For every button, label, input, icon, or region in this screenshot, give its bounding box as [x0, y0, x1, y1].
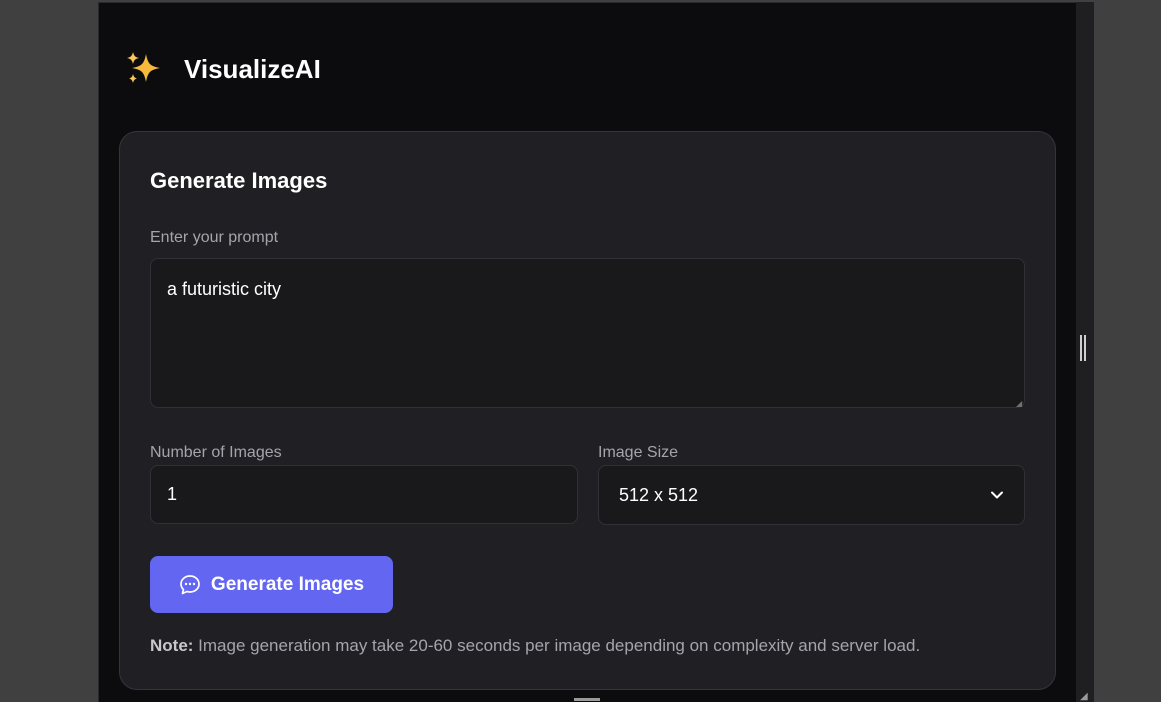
- panel-resize-handle[interactable]: [1080, 335, 1087, 361]
- prompt-label: Enter your prompt: [150, 229, 279, 246]
- generate-images-button[interactable]: Generate Images: [150, 556, 393, 613]
- image-size-value: 512 x 512: [619, 484, 699, 505]
- card-title: Generate Images: [150, 168, 328, 193]
- corner-resize-grip[interactable]: ◢: [1080, 692, 1090, 702]
- num-images-value: 1: [167, 484, 178, 504]
- prompt-textarea[interactable]: a futuristic city ◢: [150, 258, 1025, 408]
- chat-bubble-icon: [180, 574, 200, 594]
- num-images-label: Number of Images: [150, 444, 282, 461]
- image-size-select[interactable]: 512 x 512: [598, 465, 1025, 525]
- generate-card: Generate Images Enter your prompt a futu…: [119, 131, 1056, 690]
- prompt-text: a futuristic city: [167, 279, 282, 299]
- brand: VisualizeAI: [124, 50, 321, 88]
- bottom-resize-handle[interactable]: [574, 698, 600, 701]
- chevron-down-icon: [991, 491, 1003, 499]
- sparkles-icon: [127, 52, 160, 83]
- textarea-resize-grip[interactable]: ◢: [1016, 400, 1022, 408]
- image-size-label: Image Size: [598, 444, 679, 461]
- generation-note: Note: Image generation may take 20-60 se…: [150, 636, 920, 656]
- note-text: Image generation may take 20-60 seconds …: [193, 636, 921, 655]
- note-prefix: Note:: [150, 636, 194, 655]
- num-images-input[interactable]: 1: [150, 465, 578, 524]
- app-title: VisualizeAI: [184, 53, 321, 84]
- generate-button-label: Generate Images: [210, 573, 365, 595]
